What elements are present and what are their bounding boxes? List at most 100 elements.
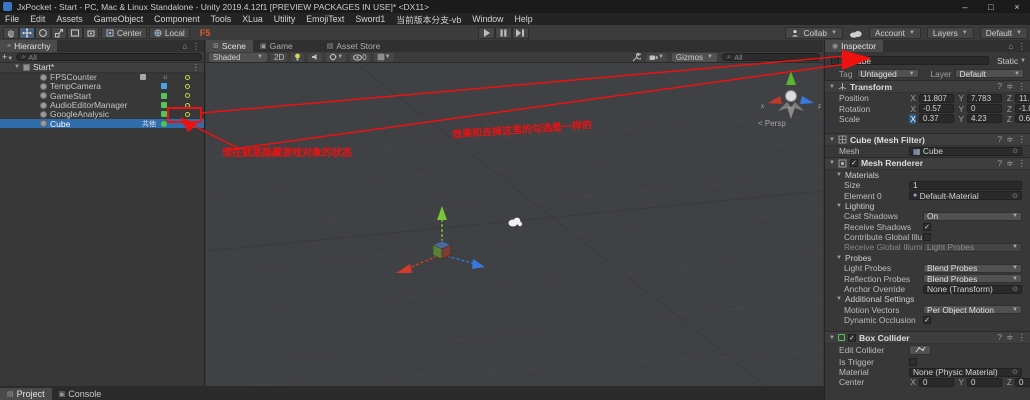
- help-icon[interactable]: ?: [997, 81, 1002, 92]
- hand-tool-icon[interactable]: [3, 27, 19, 39]
- visibility-eye-icon[interactable]: [185, 112, 190, 117]
- editor-tools-icon[interactable]: [632, 53, 641, 62]
- menu-component[interactable]: Component: [154, 14, 199, 24]
- mesh-filter-component-header[interactable]: ▼ Cube (Mesh Filter) ? ≑ ⋮: [825, 133, 1030, 146]
- position-z-field[interactable]: 11.11: [1015, 94, 1030, 103]
- object-picker-icon[interactable]: ⊙: [1012, 192, 1018, 200]
- shading-mode-dropdown[interactable]: Shaded ▼: [209, 53, 267, 62]
- tab-asset-store[interactable]: ▤ Asset Store: [320, 40, 388, 52]
- center-z-field[interactable]: 0: [1015, 378, 1030, 387]
- hierarchy-item-gamestart[interactable]: GameStart: [0, 91, 204, 100]
- scene-visibility-toggle[interactable]: 0: [350, 53, 369, 62]
- presets-icon[interactable]: ≑: [1006, 332, 1013, 343]
- rect-tool-icon[interactable]: [67, 27, 83, 39]
- edit-collider-button[interactable]: [909, 345, 931, 355]
- is-trigger-checkbox[interactable]: [909, 358, 917, 366]
- tab-console[interactable]: ▣ Console: [52, 388, 109, 400]
- menu-window[interactable]: Window: [472, 14, 503, 24]
- gameobject-active-checkbox[interactable]: [831, 57, 839, 65]
- static-dropdown[interactable]: Static ▼: [997, 56, 1026, 66]
- 2d-toggle-button[interactable]: 2D: [271, 53, 287, 62]
- kebab-menu-icon[interactable]: ⋮: [1017, 81, 1026, 92]
- anchor-override-field[interactable]: None (Transform) ⊙: [923, 285, 1022, 294]
- hierarchy-search-input[interactable]: ⌕ All: [16, 53, 202, 61]
- light-probes-dropdown[interactable]: Blend Probes ▼: [923, 264, 1022, 273]
- menu-branch[interactable]: 当前版本分支-vb: [396, 13, 461, 26]
- contribute-gi-checkbox[interactable]: [923, 233, 931, 241]
- rotation-x-field[interactable]: -0.57: [919, 104, 954, 113]
- hierarchy-item-fpscounter[interactable]: FPSCounter u: [0, 73, 204, 82]
- tab-scene[interactable]: ⊞ Scene: [206, 40, 253, 52]
- probes-foldout[interactable]: ▼Probes: [825, 253, 1030, 263]
- object-picker-icon[interactable]: ⊙: [1012, 285, 1018, 293]
- menu-help[interactable]: Help: [515, 14, 533, 24]
- transform-combined-tool-icon[interactable]: [83, 27, 99, 39]
- tab-inspector[interactable]: ◉ Inspector: [825, 40, 883, 52]
- materials-size-field[interactable]: 1: [909, 181, 1022, 190]
- rotation-z-field[interactable]: -1.02: [1015, 104, 1030, 113]
- kebab-menu-icon[interactable]: ⋮: [1018, 41, 1027, 52]
- maximize-button[interactable]: □: [978, 2, 1004, 12]
- help-icon[interactable]: ?: [997, 332, 1002, 343]
- position-y-field[interactable]: 7.783: [967, 94, 1002, 103]
- rotation-y-field[interactable]: 0: [967, 104, 1002, 113]
- scene-effects-dropdown[interactable]: ▼: [326, 53, 346, 62]
- hierarchy-item-tempcamera[interactable]: TempCamera: [0, 82, 204, 91]
- mesh-renderer-component-header[interactable]: ▼ Mesh Renderer ? ≑ ⋮: [825, 157, 1030, 170]
- hierarchy-item-audioeditormanager[interactable]: AudioEditorManager: [0, 100, 204, 109]
- presets-icon[interactable]: ≑: [1006, 81, 1013, 92]
- dynamic-occlusion-checkbox[interactable]: [923, 316, 931, 324]
- motion-vectors-dropdown[interactable]: Per Object Motion ▼: [923, 305, 1022, 314]
- cube-move-gizmo[interactable]: [389, 201, 499, 286]
- kebab-menu-icon[interactable]: ⋮: [1017, 134, 1026, 145]
- menu-sword1[interactable]: Sword1: [355, 14, 385, 24]
- hierarchy-item-googleanalysic[interactable]: GoogleAnalysic: [0, 110, 204, 119]
- menu-assets[interactable]: Assets: [56, 14, 82, 24]
- foldout-icon[interactable]: ▼: [829, 160, 835, 166]
- menu-gameobject[interactable]: GameObject: [94, 14, 143, 24]
- scale-y-field[interactable]: 4.23: [967, 114, 1002, 123]
- mesh-renderer-enabled-checkbox[interactable]: [850, 159, 858, 167]
- step-button[interactable]: [512, 27, 529, 39]
- lighting-foldout[interactable]: ▼Lighting: [825, 201, 1030, 211]
- tag-dropdown[interactable]: Untagged ▼: [857, 69, 919, 78]
- presets-icon[interactable]: ≑: [1006, 158, 1013, 169]
- gameobject-name-field[interactable]: Cube: [847, 56, 989, 65]
- box-collider-enabled-checkbox[interactable]: [848, 334, 856, 342]
- help-icon[interactable]: ?: [997, 134, 1002, 145]
- menu-emojitext[interactable]: EmojiText: [306, 14, 344, 24]
- kebab-menu-icon[interactable]: ⋮: [192, 41, 201, 52]
- scale-z-field[interactable]: 0.69: [1015, 114, 1030, 123]
- foldout-icon[interactable]: ▼: [829, 137, 835, 143]
- custom-f5-button[interactable]: F5: [200, 28, 211, 38]
- scene-lighting-toggle[interactable]: [291, 53, 304, 62]
- cloud-icon[interactable]: [849, 29, 863, 38]
- pivot-toggle-button[interactable]: Center: [101, 27, 147, 39]
- reflection-probes-dropdown[interactable]: Blend Probes ▼: [923, 274, 1022, 283]
- foldout-icon[interactable]: ▼: [829, 335, 835, 341]
- visibility-eye-icon[interactable]: [185, 84, 190, 89]
- account-dropdown[interactable]: Account ▼: [869, 27, 921, 39]
- physic-material-field[interactable]: None (Physic Material) ⊙: [909, 368, 1022, 377]
- lock-icon[interactable]: ⌂: [1008, 41, 1013, 52]
- foldout-icon[interactable]: ▼: [14, 64, 20, 70]
- close-button[interactable]: ×: [1004, 2, 1030, 12]
- scene-search-input[interactable]: ⌕ All: [722, 53, 820, 61]
- scale-tool-icon[interactable]: [51, 27, 67, 39]
- scene-row-start[interactable]: ▼ Start* ⋮: [0, 63, 204, 73]
- persp-toggle[interactable]: < Persp: [758, 119, 786, 128]
- kebab-menu-icon[interactable]: ⋮: [192, 62, 201, 73]
- mesh-object-field[interactable]: ▦ Cube ⊙: [909, 147, 1022, 156]
- box-collider-component-header[interactable]: ▼ Box Collider ? ≑ ⋮: [825, 331, 1030, 344]
- rotate-tool-icon[interactable]: [35, 27, 51, 39]
- layout-dropdown[interactable]: Default ▼: [980, 27, 1028, 39]
- lock-icon[interactable]: ⌂: [182, 41, 187, 52]
- menu-utility[interactable]: Utility: [274, 14, 296, 24]
- menu-file[interactable]: File: [5, 14, 19, 24]
- light-gizmo-icon[interactable]: [506, 215, 526, 229]
- object-picker-icon[interactable]: ⊙: [1012, 368, 1018, 376]
- scene-viewport[interactable]: x z < Persp: [206, 63, 823, 386]
- tab-game[interactable]: ▣ Game: [253, 40, 300, 52]
- foldout-icon[interactable]: ▼: [829, 84, 835, 90]
- collab-dropdown[interactable]: Collab ▼: [785, 27, 842, 39]
